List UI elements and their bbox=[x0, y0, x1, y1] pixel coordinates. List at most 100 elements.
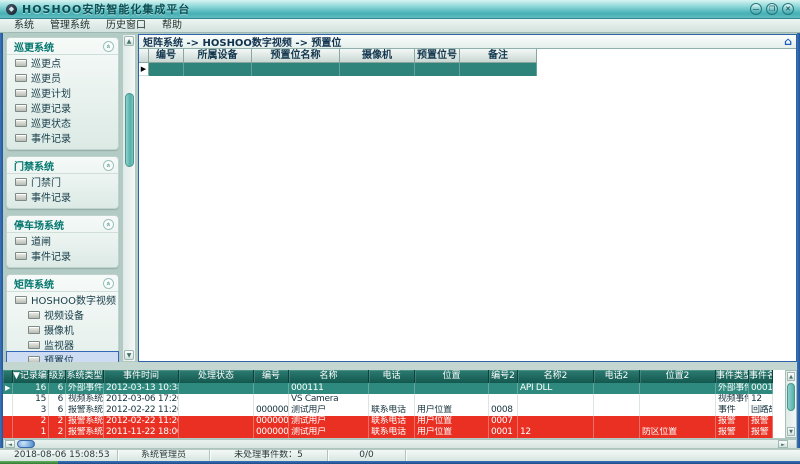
event-column-header[interactable]: 编号 bbox=[254, 370, 289, 383]
preset-cell bbox=[460, 63, 537, 76]
menu-item[interactable]: 系统 bbox=[6, 19, 42, 32]
menu-item[interactable]: 帮助 bbox=[154, 19, 190, 32]
event-table: ▼记录编号级别系统类型事件时间处理状态编号名称电话位置编号2名称2电话2位置2事… bbox=[3, 370, 785, 438]
menu-item[interactable]: 历史窗口 bbox=[98, 19, 154, 32]
sidebar-panel-header[interactable]: 门禁系统« bbox=[7, 157, 118, 174]
event-cell: 2012-02-22 11:26:02 bbox=[104, 405, 179, 416]
sidebar-item[interactable]: 预置位 bbox=[7, 352, 118, 362]
scroll-down-icon[interactable]: ▼ bbox=[124, 350, 134, 360]
event-row[interactable]: 22报警系统2012-02-22 11:26:0200000002测试用户联系电… bbox=[3, 416, 785, 427]
event-row[interactable]: 156视频系统2012-03-06 17:26:34VS Camera视频事件1… bbox=[3, 394, 785, 405]
collapse-chevron-icon[interactable]: « bbox=[103, 278, 114, 289]
scroll-up-icon[interactable]: ▲ bbox=[787, 372, 795, 381]
sidebar-item[interactable]: 巡更点 bbox=[7, 55, 118, 70]
event-cell bbox=[518, 416, 594, 427]
event-column-header[interactable]: 位置 bbox=[415, 370, 489, 383]
sidebar-scrollbar[interactable]: ▲ ▼ bbox=[122, 34, 136, 362]
sidebar-item[interactable]: 巡更状态 bbox=[7, 115, 118, 130]
event-cell: 报警系统 bbox=[66, 427, 104, 438]
sidebar-item[interactable]: 事件记录 bbox=[7, 248, 118, 263]
collapse-chevron-icon[interactable]: « bbox=[103, 219, 114, 230]
event-column-header[interactable]: 系统类型 bbox=[66, 370, 104, 383]
menu-item[interactable]: 管理系统 bbox=[42, 19, 98, 32]
event-column-header[interactable]: 处理状态 bbox=[179, 370, 254, 383]
event-column-header[interactable]: 级别 bbox=[49, 370, 66, 383]
sidebar-item[interactable]: 摄像机 bbox=[7, 322, 118, 337]
sidebar-item[interactable]: 道闸 bbox=[7, 233, 118, 248]
scroll-left-icon[interactable]: ◄ bbox=[5, 440, 15, 448]
home-icon[interactable]: ⌂ bbox=[784, 36, 792, 48]
event-cell bbox=[179, 427, 254, 438]
event-row[interactable]: 12报警系统2011-11-22 18:00:2700000003测试用户联系电… bbox=[3, 427, 785, 438]
event-column-header[interactable]: 电话 bbox=[369, 370, 415, 383]
item-box-icon bbox=[28, 341, 40, 349]
event-cell: 用户位置 bbox=[415, 405, 489, 416]
sidebar-item[interactable]: 巡更计划 bbox=[7, 85, 118, 100]
maximize-button[interactable]: ❐ bbox=[766, 3, 778, 15]
preset-column-header[interactable]: 摄像机 bbox=[340, 49, 415, 63]
event-cell bbox=[179, 394, 254, 405]
event-cell: 视频事件 bbox=[716, 394, 749, 405]
event-column-header[interactable]: 名称2 bbox=[518, 370, 594, 383]
event-table-scrollbar[interactable]: ▲ ▼ bbox=[785, 370, 797, 438]
sidebar-item[interactable]: HOSHOO数字视频 bbox=[7, 292, 118, 307]
sidebar-item[interactable]: 视频设备 bbox=[7, 307, 118, 322]
collapse-chevron-icon[interactable]: « bbox=[103, 41, 114, 52]
event-cell bbox=[369, 383, 415, 394]
event-column-header[interactable]: ▼记录编号 bbox=[13, 370, 49, 383]
event-column-header[interactable] bbox=[3, 370, 13, 383]
sidebar-item-label: 摄像机 bbox=[44, 322, 74, 337]
status-filler bbox=[406, 450, 800, 461]
preset-column-header[interactable]: 预置位名称 bbox=[252, 49, 340, 63]
row-selector-icon bbox=[3, 416, 13, 427]
event-column-header[interactable]: 电话2 bbox=[594, 370, 640, 383]
event-cell: 3 bbox=[13, 405, 49, 416]
preset-column-header[interactable]: 编号 bbox=[149, 49, 184, 63]
sidebar-item[interactable]: 门禁门 bbox=[7, 174, 118, 189]
item-box-icon bbox=[15, 178, 27, 186]
event-column-header[interactable]: 事件时间 bbox=[104, 370, 179, 383]
event-cell bbox=[254, 394, 289, 405]
row-selector-icon bbox=[3, 405, 13, 416]
minimize-button[interactable]: — bbox=[750, 3, 762, 15]
event-cell: API DLL bbox=[518, 383, 594, 394]
sidebar-item[interactable]: 巡更记录 bbox=[7, 100, 118, 115]
sidebar-item[interactable]: 监视器 bbox=[7, 337, 118, 352]
close-button[interactable]: ✕ bbox=[782, 3, 794, 15]
scrollbar-thumb[interactable] bbox=[787, 383, 795, 411]
sidebar-item-label: 巡更记录 bbox=[31, 100, 71, 115]
event-cell: 000111 bbox=[289, 383, 369, 394]
scroll-right-icon[interactable]: ► bbox=[778, 440, 788, 448]
status-datetime: 2018-08-06 15:08:53 bbox=[0, 450, 118, 461]
event-row[interactable]: ▶166外部事件2012-03-13 10:38:04000111API DLL… bbox=[3, 383, 785, 394]
scroll-up-icon[interactable]: ▲ bbox=[124, 36, 134, 46]
preset-column-header[interactable]: 备注 bbox=[460, 49, 537, 63]
event-column-header[interactable]: 编号2 bbox=[489, 370, 518, 383]
scrollbar-thumb[interactable] bbox=[17, 440, 35, 448]
sidebar-item[interactable]: 事件记录 bbox=[7, 130, 118, 145]
preset-column-header[interactable]: 所属设备 bbox=[184, 49, 252, 63]
scroll-down-icon[interactable]: ▼ bbox=[787, 427, 795, 436]
menu-bar: 系统管理系统历史窗口帮助 bbox=[0, 19, 800, 33]
sidebar-panel-header[interactable]: 矩阵系统« bbox=[7, 275, 118, 292]
item-box-icon bbox=[28, 311, 40, 319]
event-column-header[interactable]: 名称 bbox=[289, 370, 369, 383]
event-row[interactable]: 36报警系统2012-02-22 11:26:0200000002测试用户联系电… bbox=[3, 405, 785, 416]
item-box-icon bbox=[15, 89, 27, 97]
preset-selected-row[interactable]: ▶ bbox=[139, 63, 796, 76]
sidebar-panel-header[interactable]: 巡更系统« bbox=[7, 38, 118, 55]
sidebar-item[interactable]: 巡更员 bbox=[7, 70, 118, 85]
sidebar-item[interactable]: 事件记录 bbox=[7, 189, 118, 204]
sidebar-panel-header[interactable]: 停车场系统« bbox=[7, 216, 118, 233]
event-cell: 00000002 bbox=[254, 416, 289, 427]
event-column-header[interactable]: 位置2 bbox=[640, 370, 716, 383]
event-column-header[interactable]: 事件名称 bbox=[749, 370, 773, 383]
sidebar-item-label: 道闸 bbox=[31, 233, 51, 248]
splitter[interactable] bbox=[3, 362, 797, 370]
scrollbar-thumb[interactable] bbox=[125, 93, 134, 167]
collapse-chevron-icon[interactable]: « bbox=[103, 160, 114, 171]
event-cell: 2012-03-06 17:26:34 bbox=[104, 394, 179, 405]
event-column-header[interactable]: 事件类型 bbox=[716, 370, 749, 383]
horizontal-scrollbar[interactable]: ◄ ► bbox=[3, 439, 797, 449]
preset-column-header[interactable]: 预置位号 bbox=[415, 49, 460, 63]
